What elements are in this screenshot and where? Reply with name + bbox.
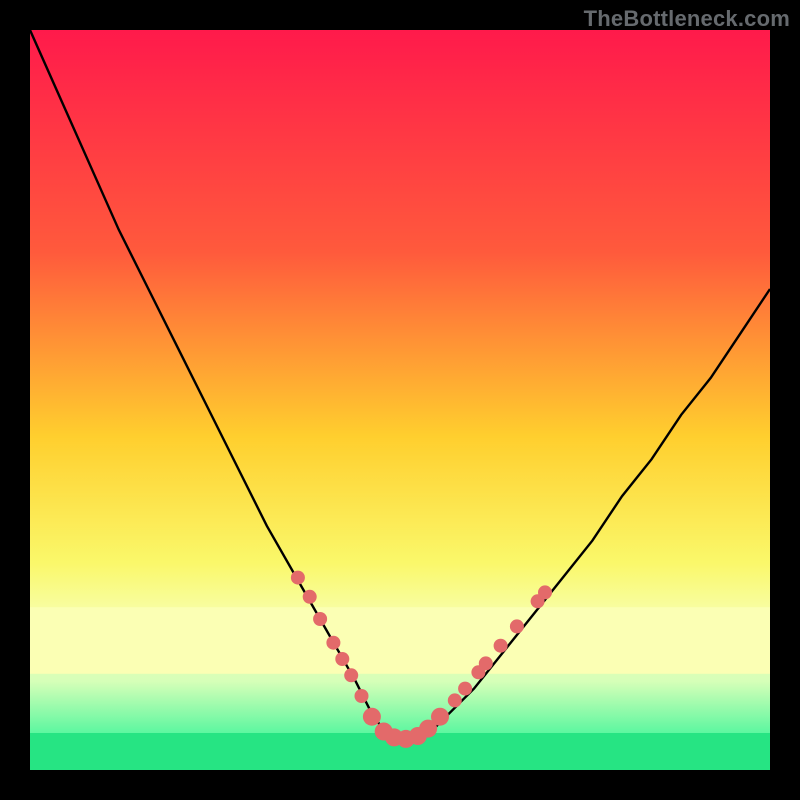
curve-marker (363, 708, 381, 726)
curve-marker (303, 590, 317, 604)
curve-marker (313, 612, 327, 626)
curve-marker (326, 636, 340, 650)
bottleneck-curve-chart (30, 30, 770, 770)
curve-marker (538, 585, 552, 599)
curve-marker (291, 571, 305, 585)
curve-marker (431, 708, 449, 726)
curve-marker (344, 668, 358, 682)
chart-frame: TheBottleneck.com (0, 0, 800, 800)
curve-marker (479, 656, 493, 670)
curve-marker (510, 619, 524, 633)
curve-marker (355, 689, 369, 703)
plot-area (30, 30, 770, 770)
curve-marker (448, 693, 462, 707)
curve-marker (335, 652, 349, 666)
curve-marker (458, 682, 472, 696)
yellow-band (30, 607, 770, 674)
curve-marker (494, 639, 508, 653)
watermark-label: TheBottleneck.com (584, 6, 790, 32)
